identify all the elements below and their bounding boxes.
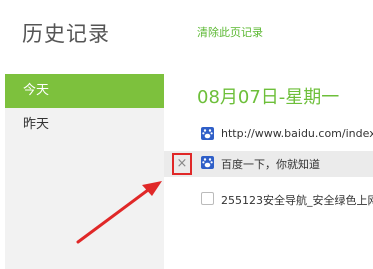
sidebar-item-today[interactable]: 今天 — [5, 74, 164, 108]
history-entry-title: http://www.baidu.com/index.p — [221, 127, 373, 140]
history-entry-title: 255123安全导航_安全绿色上网 — [221, 194, 373, 207]
header: 历史记录 清除此页记录 — [0, 0, 373, 64]
sidebar-item-yesterday[interactable]: 昨天 — [5, 108, 164, 142]
delete-entry-button[interactable]: × — [172, 153, 192, 175]
baidu-paw-icon — [201, 156, 214, 169]
history-entry[interactable]: 255123安全导航_安全绿色上网 — [164, 187, 373, 213]
history-entry[interactable]: http://www.baidu.com/index.p — [164, 122, 373, 148]
history-panel: 08月07日-星期一 http://www.baidu.com/index.p … — [164, 74, 373, 269]
history-entry-hovered[interactable]: × 百度一下，你就知道 — [164, 151, 373, 177]
blank-page-icon — [201, 192, 214, 205]
page-title: 历史记录 — [22, 22, 110, 46]
date-heading: 08月07日-星期一 — [197, 87, 340, 108]
baidu-paw-icon — [201, 127, 214, 140]
sidebar: 今天 昨天 — [5, 74, 164, 269]
history-entry-title: 百度一下，你就知道 — [221, 158, 320, 171]
clear-page-history-link[interactable]: 清除此页记录 — [197, 24, 263, 40]
